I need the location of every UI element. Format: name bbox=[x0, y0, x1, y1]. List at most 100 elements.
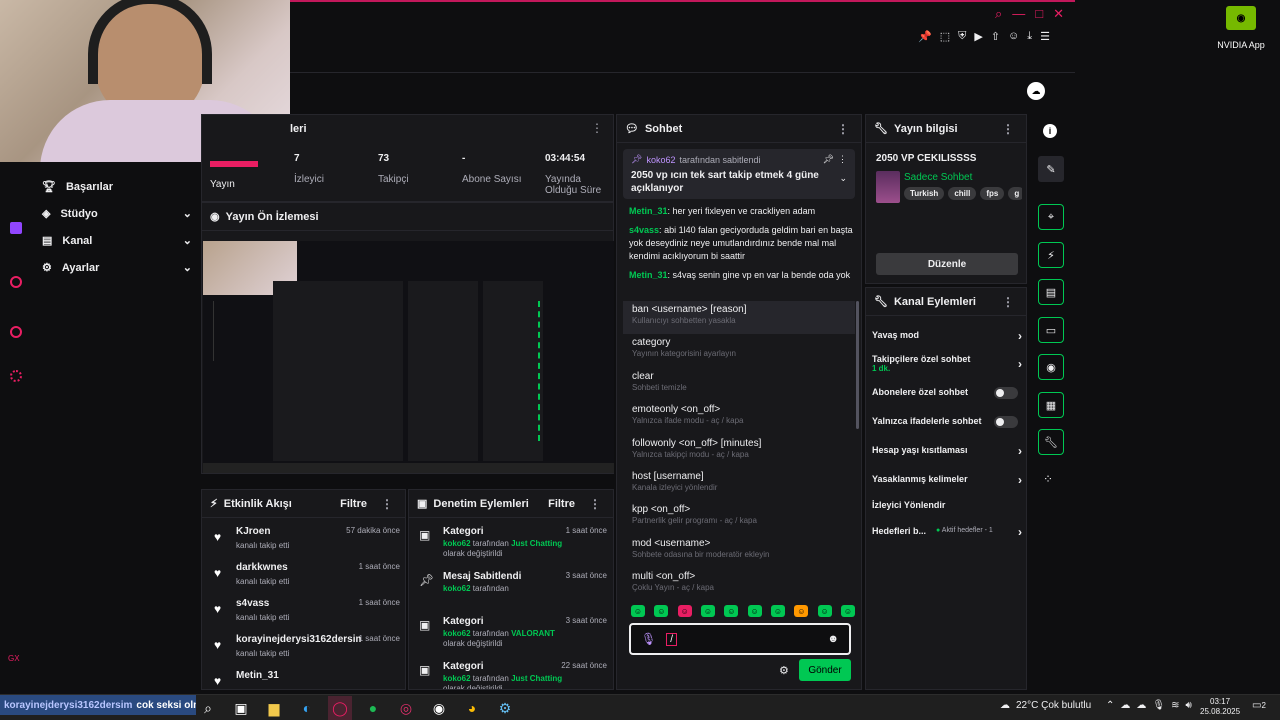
channel-action-item[interactable]: Takipçilere özel sohbet 1 dk. › bbox=[872, 354, 1022, 373]
channel-action-item[interactable]: Abonelere özel sohbet bbox=[872, 387, 1022, 399]
folder-icon[interactable]: ▆ bbox=[262, 696, 286, 720]
chevron-up-icon[interactable]: ⌃ bbox=[1106, 700, 1114, 711]
toggle-switch[interactable] bbox=[994, 416, 1018, 428]
extensions-icon[interactable]: ⁘ bbox=[1043, 472, 1053, 486]
preview-video[interactable] bbox=[203, 241, 614, 473]
gx-icon[interactable]: GX bbox=[8, 654, 20, 663]
tag[interactable]: chill bbox=[948, 187, 977, 200]
command-item[interactable]: kpp <on_off> Partnerlik gelir programı - … bbox=[623, 501, 855, 534]
nvidia-app-shortcut[interactable]: ◉ NVIDIA App bbox=[1216, 6, 1266, 50]
edge-icon[interactable]: ◐ bbox=[295, 696, 319, 720]
tag[interactable]: fps bbox=[980, 187, 1005, 200]
search-icon[interactable]: ⌕ bbox=[995, 6, 1002, 22]
tag[interactable]: g bbox=[1008, 187, 1022, 200]
obs-icon[interactable]: ◉ bbox=[427, 696, 451, 720]
chat-settings-icon[interactable]: ⚙ bbox=[779, 664, 789, 677]
mic-icon[interactable]: 🎙︎ bbox=[1152, 700, 1165, 711]
instagram-icon[interactable]: ◎ bbox=[394, 696, 418, 720]
mod-item[interactable]: ▣ Kategori 3 saat önce koko62 tarafından VA… bbox=[417, 616, 607, 658]
chat-bubble-icon[interactable]: ▭ bbox=[1038, 317, 1064, 343]
command-item[interactable]: followonly <on_off> [minutes] Yalnızca ta… bbox=[623, 435, 855, 468]
wrench-icon[interactable]: 🔧︎ bbox=[1038, 429, 1064, 455]
spotify-icon[interactable]: ● bbox=[361, 696, 385, 720]
shield-icon[interactable]: ⛨ bbox=[958, 30, 966, 43]
mod-item[interactable]: ▣ Kategori 22 saat önce koko62 tarafından J… bbox=[417, 661, 607, 689]
pin-icon[interactable]: 📌 bbox=[918, 30, 932, 43]
weather[interactable]: ☁ 22°C Çok bulutlu bbox=[1000, 700, 1091, 711]
gear-icon[interactable] bbox=[10, 370, 22, 382]
mic-icon[interactable]: 🎙︎ bbox=[641, 632, 656, 646]
nav-item-kanal[interactable]: ▤ Kanal ⌄ bbox=[42, 234, 192, 248]
activity-filter-button[interactable]: Filtre bbox=[340, 498, 367, 510]
emote-icon[interactable]: ☺ bbox=[677, 605, 692, 617]
emote-icon[interactable]: ☺ bbox=[794, 605, 809, 617]
user-icon[interactable]: ☺ bbox=[1008, 30, 1019, 43]
emoji-icon[interactable]: ☻ bbox=[827, 633, 839, 645]
wifi-icon[interactable]: ≋ bbox=[1171, 700, 1179, 711]
minimize-icon[interactable]: — bbox=[1012, 6, 1025, 22]
emote-icon[interactable]: ☺ bbox=[631, 605, 645, 617]
stream-info-more-icon[interactable]: ⋮ bbox=[998, 122, 1018, 136]
twitch-icon[interactable] bbox=[10, 222, 22, 234]
close-icon[interactable]: ✕ bbox=[1053, 6, 1064, 22]
pinned-message[interactable]: 📌︎ koko62 tarafından sabitlendi 📌︎ ⋮ 205… bbox=[623, 149, 855, 199]
channel-action-item[interactable]: Hesap yaşı kısıtlaması › bbox=[872, 444, 1022, 458]
emote-icon[interactable]: ☺ bbox=[840, 605, 855, 617]
nav-item-basarilar[interactable]: 🏆︎ Başarılar bbox=[42, 180, 113, 194]
tag[interactable]: Turkish bbox=[904, 187, 945, 200]
channel-action-item[interactable]: Yalnızca ifadelerle sohbet bbox=[872, 416, 1022, 428]
activity-item[interactable]: ♥ s4vass 1 saat önce kanalı takip etti bbox=[210, 598, 400, 632]
clock[interactable]: 03:17 25.08.2025 bbox=[1200, 697, 1240, 717]
command-item[interactable]: ban <username> [reason] Kullanıcıyı sohbe… bbox=[623, 301, 855, 334]
emote-icon[interactable]: ☺ bbox=[724, 605, 739, 617]
broadcast-icon[interactable]: ◉ bbox=[1038, 354, 1064, 380]
mod-item[interactable]: ▣ Kategori 1 saat önce koko62 tarafından Ju… bbox=[417, 526, 607, 568]
notification-icon[interactable]: ▭2 bbox=[1252, 700, 1266, 711]
activity-item[interactable]: ♥ korayinejderysi3162dersim 1 saat önce kan… bbox=[210, 634, 400, 668]
stats-more-icon[interactable]: ⋮ bbox=[587, 121, 607, 135]
pinned-more-icon[interactable]: ⋮ bbox=[838, 154, 847, 165]
chat-more-icon[interactable]: ⋮ bbox=[833, 122, 853, 136]
emote-icon[interactable]: ☺ bbox=[747, 605, 762, 617]
send-button[interactable]: Gönder bbox=[799, 659, 851, 681]
command-item[interactable]: clear Sohbeti temizle bbox=[623, 368, 855, 401]
edit-button[interactable]: Düzenle bbox=[876, 253, 1018, 275]
mod-filter-button[interactable]: Filtre bbox=[548, 498, 575, 510]
activity-more-icon[interactable]: ⋮ bbox=[377, 497, 397, 511]
emote-icon[interactable]: ☺ bbox=[654, 605, 669, 617]
share-icon[interactable]: ⇧ bbox=[991, 30, 1000, 43]
cloud-icon[interactable]: ☁ bbox=[1136, 700, 1146, 711]
task-view-icon[interactable]: ▣ bbox=[229, 696, 253, 720]
lightning-icon[interactable]: ⚡︎ bbox=[1038, 242, 1064, 268]
emote-icon[interactable]: ☺ bbox=[770, 605, 785, 617]
clip-icon[interactable]: ⌖ bbox=[1038, 204, 1064, 230]
chat-input-box[interactable]: 🎙︎ / ☻ bbox=[629, 623, 851, 655]
pencil-icon[interactable]: ✎ bbox=[1038, 156, 1064, 182]
mod-more-icon[interactable]: ⋮ bbox=[585, 497, 605, 511]
maximize-icon[interactable]: □ bbox=[1035, 6, 1043, 22]
menu-icon[interactable]: ☰ bbox=[1040, 30, 1050, 43]
info-icon[interactable]: i bbox=[1043, 124, 1057, 138]
target-icon[interactable] bbox=[10, 276, 22, 288]
layout-icon[interactable]: ▦ bbox=[1038, 392, 1064, 418]
cloud-icon[interactable]: ☁ bbox=[1120, 700, 1130, 711]
chat-username[interactable]: Metin_31 bbox=[629, 270, 668, 280]
command-scrollbar[interactable] bbox=[856, 301, 859, 429]
emote-icon[interactable]: ☺ bbox=[817, 605, 832, 617]
clock-icon[interactable] bbox=[10, 326, 22, 338]
command-item[interactable]: host [username] Kanala izleyici yönlendir bbox=[623, 468, 855, 501]
activity-item[interactable]: ♥ darkkwnes 1 saat önce kanalı takip etti bbox=[210, 562, 400, 596]
steam-icon[interactable]: ⚙ bbox=[493, 696, 517, 720]
channel-action-item[interactable]: Yasaklanmış kelimeler › bbox=[872, 473, 1022, 487]
play-icon[interactable]: ▶ bbox=[974, 30, 982, 43]
activity-item[interactable]: ♥ Metin_31 bbox=[210, 670, 400, 689]
emote-icon[interactable]: ☺ bbox=[700, 605, 715, 617]
document-icon[interactable]: ▤ bbox=[1038, 279, 1064, 305]
toggle-switch[interactable] bbox=[994, 387, 1018, 399]
unpin-icon[interactable]: 📌︎ bbox=[823, 154, 834, 165]
channel-actions-more-icon[interactable]: ⋮ bbox=[998, 295, 1018, 309]
download-icon[interactable]: ⤓ bbox=[1027, 30, 1032, 43]
category-name[interactable]: Sadece Sohbet bbox=[904, 172, 972, 183]
crop-icon[interactable]: ⬚ bbox=[940, 30, 950, 43]
theme-icon[interactable]: ☁ bbox=[1027, 82, 1045, 100]
